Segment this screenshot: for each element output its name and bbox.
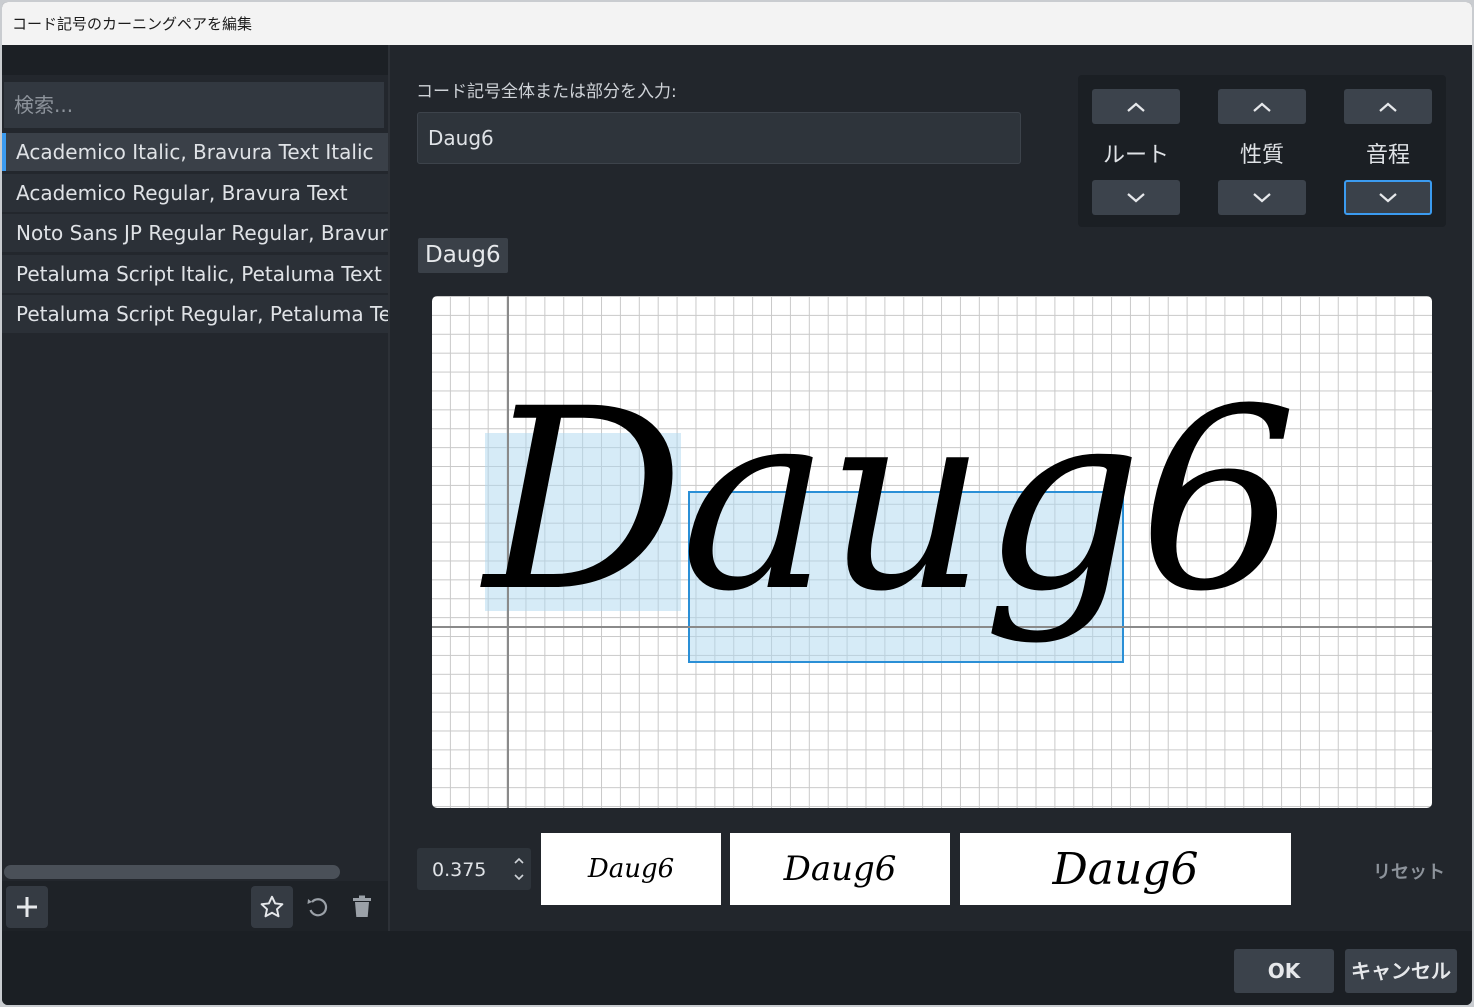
list-item[interactable]: Petaluma Script Regular, Petaluma Text bbox=[2, 295, 388, 333]
list-item[interactable]: Noto Sans JP Regular Regular, Bravura Te… bbox=[2, 214, 388, 252]
add-button[interactable] bbox=[6, 886, 48, 928]
preview-text: Daug6 bbox=[587, 854, 675, 884]
preview-large: Daug6 bbox=[960, 833, 1291, 905]
stepper-arrows-icon[interactable] bbox=[511, 852, 527, 886]
dialog-window: コード記号のカーニングペアを編集 Academico Italic, Bravu… bbox=[2, 2, 1472, 1005]
list-item-label: Noto Sans JP Regular Regular, Bravura Te… bbox=[16, 221, 388, 245]
font-pair-list: Academico Italic, Bravura Text Italic Ac… bbox=[2, 133, 388, 336]
editor-area: コード記号全体または部分を入力: ルート 性質 音程 bbox=[390, 45, 1472, 931]
favorite-button[interactable] bbox=[251, 886, 293, 928]
kerning-canvas[interactable]: Daug6 bbox=[432, 296, 1432, 808]
preview-text: Daug6 bbox=[1052, 843, 1199, 895]
quality-up-button[interactable] bbox=[1218, 89, 1306, 124]
component-selector-panel: ルート 性質 音程 bbox=[1078, 75, 1446, 227]
root-down-button[interactable] bbox=[1092, 180, 1180, 215]
chevron-up-icon bbox=[1253, 102, 1271, 112]
list-item-label: Petaluma Script Italic, Petaluma Text It… bbox=[16, 261, 388, 286]
list-item-label: Academico Italic, Bravura Text Italic bbox=[16, 140, 374, 164]
chevron-up-icon bbox=[1127, 102, 1145, 112]
quality-label: 性質 bbox=[1239, 143, 1284, 168]
plus-icon bbox=[17, 897, 37, 917]
interval-label: 音程 bbox=[1365, 143, 1410, 168]
list-item-label: Petaluma Script Regular, Petaluma Text bbox=[16, 302, 388, 326]
list-item[interactable]: Petaluma Script Italic, Petaluma Text It… bbox=[2, 254, 388, 293]
quality-down-button[interactable] bbox=[1218, 180, 1306, 215]
kerning-value: 0.375 bbox=[432, 859, 487, 881]
search-input[interactable] bbox=[4, 82, 384, 128]
dialog-footer: OK キャンセル bbox=[2, 931, 1472, 1005]
input-label: コード記号全体または部分を入力: bbox=[416, 82, 677, 102]
star-icon bbox=[260, 895, 284, 918]
window-title: コード記号のカーニングペアを編集 bbox=[12, 15, 253, 33]
kerning-value-stepper[interactable]: 0.375 bbox=[417, 848, 531, 890]
title-bar: コード記号のカーニングペアを編集 bbox=[2, 2, 1472, 45]
selected-symbol-tag: Daug6 bbox=[418, 238, 508, 273]
chord-symbol-input[interactable] bbox=[417, 112, 1021, 164]
preview-text: Daug6 bbox=[783, 849, 897, 889]
list-item[interactable]: Academico Italic, Bravura Text Italic bbox=[2, 133, 388, 171]
preview-small: Daug6 bbox=[541, 833, 721, 905]
cancel-button[interactable]: キャンセル bbox=[1345, 949, 1457, 993]
interval-up-button[interactable] bbox=[1344, 89, 1432, 124]
root-label: ルート bbox=[1102, 143, 1169, 168]
revert-icon bbox=[307, 898, 328, 917]
horizontal-scrollbar[interactable] bbox=[4, 865, 340, 879]
kerning-pair-list-panel: Academico Italic, Bravura Text Italic Ac… bbox=[2, 45, 390, 931]
preview-medium: Daug6 bbox=[730, 833, 950, 905]
chevron-up-icon bbox=[1379, 102, 1397, 112]
list-item-label: Academico Regular, Bravura Text bbox=[16, 180, 348, 205]
ok-button[interactable]: OK bbox=[1234, 949, 1334, 993]
list-footer-toolbar bbox=[2, 881, 388, 931]
list-header bbox=[2, 45, 388, 75]
chord-symbol-glyph: Daug6 bbox=[484, 355, 1298, 646]
interval-down-button[interactable] bbox=[1344, 180, 1432, 215]
list-item[interactable]: Academico Regular, Bravura Text bbox=[2, 173, 388, 212]
delete-button[interactable] bbox=[341, 886, 383, 928]
chevron-down-icon bbox=[1253, 192, 1271, 202]
chevron-down-icon bbox=[1379, 192, 1397, 202]
trash-icon bbox=[353, 895, 371, 917]
root-up-button[interactable] bbox=[1092, 89, 1180, 124]
reset-button[interactable]: リセット bbox=[1373, 858, 1445, 884]
chevron-down-icon bbox=[1127, 192, 1145, 202]
revert-button[interactable] bbox=[296, 886, 338, 928]
